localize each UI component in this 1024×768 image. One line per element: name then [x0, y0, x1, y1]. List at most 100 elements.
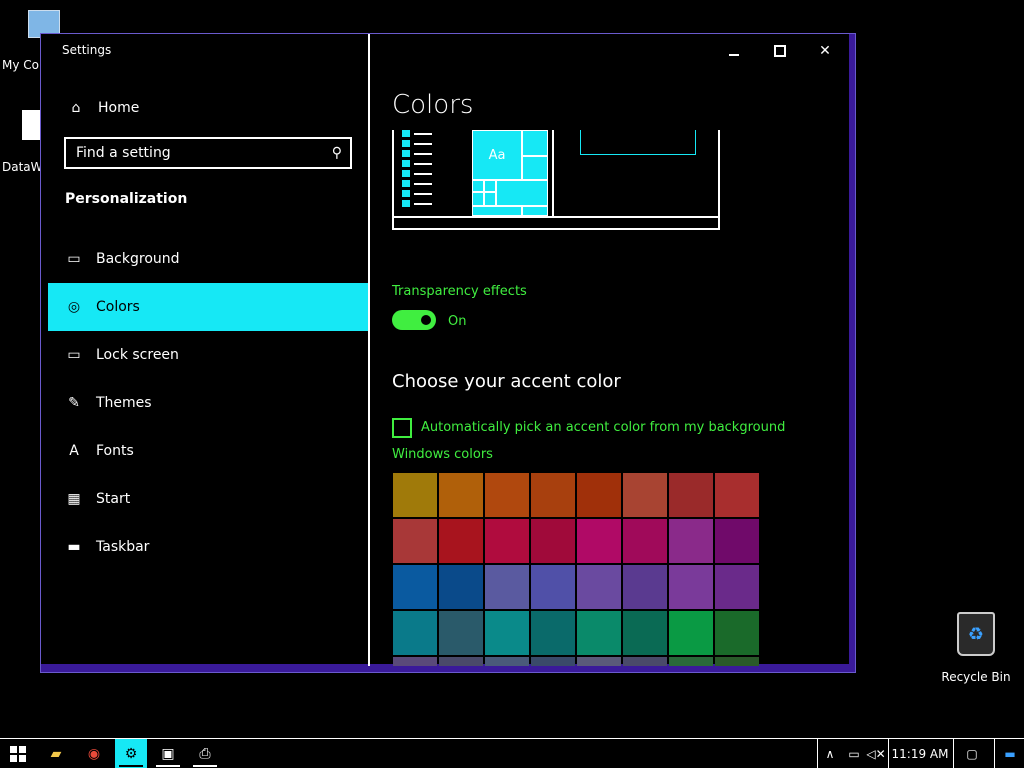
color-swatch[interactable] — [715, 473, 759, 517]
color-swatch[interactable] — [485, 565, 529, 609]
search-input[interactable]: Find a setting ⚲ — [64, 137, 352, 169]
taskbar-clock[interactable]: 11:19 AM — [888, 739, 951, 768]
color-swatch[interactable] — [439, 519, 483, 563]
start-button[interactable] — [0, 739, 36, 768]
tray-overflow-button[interactable]: ∧ — [817, 739, 842, 768]
color-swatch[interactable] — [531, 657, 575, 666]
preview-list-item — [402, 200, 442, 207]
color-swatch[interactable] — [485, 657, 529, 666]
sidebar-item-fonts[interactable]: A Fonts — [48, 427, 369, 475]
color-swatch[interactable] — [669, 565, 713, 609]
color-swatch[interactable] — [623, 611, 667, 655]
sidebar-item-lock-screen[interactable]: ▭ Lock screen — [48, 331, 369, 379]
lock-screen-icon: ▭ — [67, 347, 81, 363]
color-swatch[interactable] — [623, 519, 667, 563]
preview-taskbar — [394, 216, 718, 228]
color-swatch[interactable] — [623, 657, 667, 666]
color-swatch[interactable] — [439, 611, 483, 655]
tray-network[interactable]: ▭ — [843, 739, 865, 768]
taskbar-file-explorer[interactable]: ▰ — [40, 739, 72, 768]
picture-icon: ▭ — [67, 251, 81, 267]
taskbar-printer[interactable]: ⎙ — [189, 739, 221, 768]
accent-heading: Choose your accent color — [392, 371, 621, 392]
auto-accent-label[interactable]: Automatically pick an accent color from … — [421, 420, 785, 435]
color-swatch[interactable] — [623, 565, 667, 609]
preview-tile: Aa — [472, 130, 522, 180]
color-swatch[interactable] — [577, 565, 621, 609]
taskbar-chrome[interactable]: ◉ — [78, 739, 110, 768]
auto-accent-checkbox[interactable] — [392, 418, 412, 438]
active-indicator — [119, 765, 143, 767]
color-swatch[interactable] — [393, 473, 437, 517]
color-swatch[interactable] — [715, 611, 759, 655]
color-swatch[interactable] — [715, 565, 759, 609]
sidebar-item-themes[interactable]: ✎ Themes — [48, 379, 369, 427]
color-swatch[interactable] — [439, 657, 483, 666]
color-swatch[interactable] — [531, 611, 575, 655]
preview-list-item — [402, 140, 442, 147]
network-icon: ▭ — [848, 746, 860, 761]
network-app-icon: ▣ — [161, 745, 175, 762]
sidebar-item-taskbar[interactable]: ▬ Taskbar — [48, 523, 369, 571]
fonts-icon: A — [69, 443, 79, 459]
sidebar-item-label: Themes — [96, 395, 152, 411]
color-swatch[interactable] — [577, 611, 621, 655]
color-swatch[interactable] — [485, 473, 529, 517]
color-swatch[interactable] — [669, 473, 713, 517]
preview-tile — [522, 206, 548, 216]
color-swatch[interactable] — [393, 657, 437, 666]
color-swatch[interactable] — [577, 519, 621, 563]
file-explorer-icon: ▰ — [50, 745, 62, 762]
preview-list-item — [402, 170, 442, 177]
palette-icon: ◎ — [67, 299, 81, 315]
sidebar-item-start[interactable]: ▦ Start — [48, 475, 369, 523]
color-swatch[interactable] — [669, 657, 713, 666]
nav-home[interactable]: ⌂ Home — [66, 98, 140, 118]
color-swatch[interactable] — [485, 611, 529, 655]
taskbar-network-app[interactable]: ▣ — [152, 739, 184, 768]
taskbar-settings[interactable]: ⚙ — [115, 739, 147, 768]
tray-volume[interactable]: ◁✕ — [865, 739, 887, 768]
toggle-knob — [421, 315, 431, 325]
show-desktop-button[interactable]: ▬ — [994, 739, 1024, 768]
preview-tile — [472, 192, 484, 206]
running-indicator — [156, 765, 180, 767]
color-swatch[interactable] — [623, 473, 667, 517]
search-placeholder: Find a setting — [76, 145, 171, 161]
sidebar-item-label: Start — [96, 491, 131, 507]
color-swatch[interactable] — [577, 473, 621, 517]
preview-tile — [472, 206, 522, 216]
color-swatch[interactable] — [531, 519, 575, 563]
color-swatch[interactable] — [393, 611, 437, 655]
nav-home-label: Home — [98, 100, 140, 116]
settings-window: Settings ✕ ⌂ Home Find a setting ⚲ Perso… — [40, 33, 856, 673]
color-swatch[interactable] — [669, 519, 713, 563]
windows-colors-label: Windows colors — [392, 447, 493, 462]
sidebar-item-label: Fonts — [96, 443, 134, 459]
color-swatch[interactable] — [393, 519, 437, 563]
preview-start-pane: Aa — [400, 130, 554, 216]
color-swatch[interactable] — [531, 473, 575, 517]
sidebar-item-label: Background — [96, 251, 180, 267]
color-swatch[interactable] — [393, 565, 437, 609]
color-swatch[interactable] — [439, 565, 483, 609]
transparency-toggle[interactable] — [392, 310, 436, 330]
color-swatch[interactable] — [531, 565, 575, 609]
search-icon[interactable]: ⚲ — [332, 145, 342, 161]
color-swatch[interactable] — [715, 657, 759, 666]
sidebar-item-background[interactable]: ▭ Background — [48, 235, 369, 283]
sidebar-item-label: Taskbar — [96, 539, 150, 555]
sidebar-item-colors[interactable]: ◎ Colors — [48, 283, 369, 331]
desktop-icon-label: Recycle Bin — [941, 670, 1011, 684]
color-swatch[interactable] — [715, 519, 759, 563]
preview-list-item — [402, 160, 442, 167]
action-center-button[interactable]: ▢ — [953, 739, 990, 768]
color-swatch[interactable] — [577, 657, 621, 666]
color-swatch[interactable] — [669, 611, 713, 655]
desktop-icon-label: DataW — [2, 160, 43, 174]
start-icon: ▦ — [67, 491, 81, 507]
preview-tile — [472, 180, 484, 192]
color-swatch[interactable] — [485, 519, 529, 563]
color-swatch[interactable] — [439, 473, 483, 517]
desktop-icon-recycle-bin[interactable]: ♻ Recycle Bin — [940, 612, 1012, 684]
